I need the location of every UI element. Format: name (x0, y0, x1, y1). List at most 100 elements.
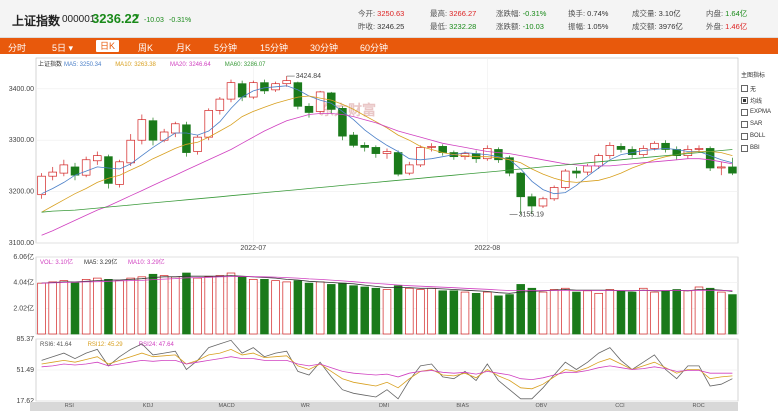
indicator-option-expma[interactable]: EXPMA (741, 107, 778, 117)
volume-bar (249, 279, 258, 335)
candle (48, 171, 57, 177)
volume-bar (115, 280, 124, 335)
indicator-tab-cci[interactable]: CCI (581, 402, 660, 411)
indicator-tab-roc[interactable]: ROC (659, 402, 738, 411)
volume-bar (338, 282, 347, 335)
volume-bar (48, 281, 57, 335)
kline-legend-0: MA5: 3250.34 (64, 62, 102, 68)
volume-bar (226, 272, 236, 335)
checkbox-icon[interactable] (741, 120, 748, 128)
candle (371, 147, 381, 154)
indicator-tab-obv[interactable]: OBV (502, 402, 581, 411)
candle (304, 105, 314, 113)
kline-y-tick: 3400.00 (9, 86, 34, 93)
sidebar-title: 主图指标 (741, 73, 766, 79)
volume-bar (650, 291, 659, 335)
volume-bar (627, 291, 637, 335)
candle (605, 145, 615, 156)
candle (616, 146, 626, 150)
candle (126, 139, 135, 164)
candle (171, 123, 180, 134)
ma60-line (41, 149, 733, 213)
volume-bar (382, 289, 392, 335)
volume-bar (438, 290, 447, 335)
rsi-legend-2: RSI24: 47.64 (139, 342, 175, 348)
volume-bar (661, 290, 670, 335)
volume-bar (315, 281, 325, 335)
checkbox-icon[interactable] (741, 108, 748, 116)
candle (204, 110, 213, 138)
checkbox-icon[interactable] (741, 132, 748, 140)
volume-bar (527, 287, 537, 335)
kline-y-tick: 3100.00 (9, 240, 34, 247)
volume-bar (683, 290, 693, 335)
candle (226, 82, 236, 100)
candle (594, 155, 603, 167)
indicator-option-ma[interactable]: 均线 (741, 95, 778, 105)
volume-bar (639, 287, 648, 335)
volume-bar (471, 292, 481, 335)
kline-x-tick: 2022-07 (240, 245, 266, 252)
candle (717, 166, 726, 169)
volume-bar (304, 282, 314, 335)
indicator-tab-macd[interactable]: MACD (187, 402, 266, 411)
volume-legend-1: MA5: 3.29亿 (84, 258, 117, 266)
candle (393, 152, 403, 175)
annotation-label: 3155.19 (519, 212, 544, 219)
candle (37, 175, 46, 196)
indicator-tab-bias[interactable]: BIAS (423, 402, 502, 411)
volume-bar (215, 275, 225, 335)
indicator-option-bbi[interactable]: BBI (741, 143, 778, 153)
indicator-tab-rsi[interactable]: RSI (30, 402, 109, 411)
candle (561, 170, 570, 188)
volume-bar (70, 281, 80, 335)
indicator-option-sar[interactable]: SAR (741, 119, 778, 129)
candle (527, 196, 537, 207)
volume-legend-0: VOL: 3.10亿 (40, 258, 73, 266)
indicator-tab-wr[interactable]: WR (266, 402, 345, 411)
volume-bar (148, 273, 158, 335)
volume-bar (594, 292, 603, 335)
rsi-legend-1: RSI12: 45.29 (88, 342, 124, 348)
indicator-tab-kdj[interactable]: KDJ (109, 402, 188, 411)
candle (728, 166, 737, 174)
candle (349, 134, 358, 146)
indicator-option-none[interactable]: 无 (741, 83, 778, 93)
volume-bar (427, 287, 436, 335)
volume-bar (549, 289, 559, 335)
volume-bar (538, 291, 548, 335)
candle (360, 145, 369, 148)
checkbox-checked-icon[interactable] (741, 96, 748, 104)
volume-bar (360, 286, 369, 335)
volume-bar (728, 294, 737, 335)
volume-bar (694, 286, 704, 335)
candle (237, 83, 247, 98)
candle (538, 198, 548, 207)
volume-bar (583, 290, 592, 335)
volume-bar (349, 285, 358, 335)
volume-bar (282, 281, 291, 335)
candle (59, 164, 69, 174)
volume-bar (171, 276, 180, 335)
candle (639, 148, 648, 155)
volume-bar (126, 277, 135, 335)
volume-bar (104, 279, 113, 335)
volume-bar (561, 287, 570, 335)
rsi6-line (41, 339, 733, 400)
volume-bar (717, 291, 726, 335)
candle (282, 80, 291, 85)
volume-bar (193, 277, 202, 335)
volume-bar (460, 291, 470, 335)
volume-bar (182, 272, 191, 335)
indicator-option-boll[interactable]: BOLL (741, 131, 778, 141)
kline-legend-1: MA10: 3263.38 (115, 62, 156, 68)
checkbox-icon[interactable] (741, 84, 748, 92)
candle (338, 108, 347, 137)
candle (81, 159, 91, 176)
indicator-sidebar: 主图指标 无 均线 EXPMA SAR BOLL BBI (741, 70, 778, 155)
volume-bar (483, 291, 492, 335)
volume-bar (505, 294, 514, 335)
indicator-tab-dmi[interactable]: DMI (345, 402, 424, 411)
checkbox-icon[interactable] (741, 144, 748, 152)
candle (583, 165, 592, 173)
